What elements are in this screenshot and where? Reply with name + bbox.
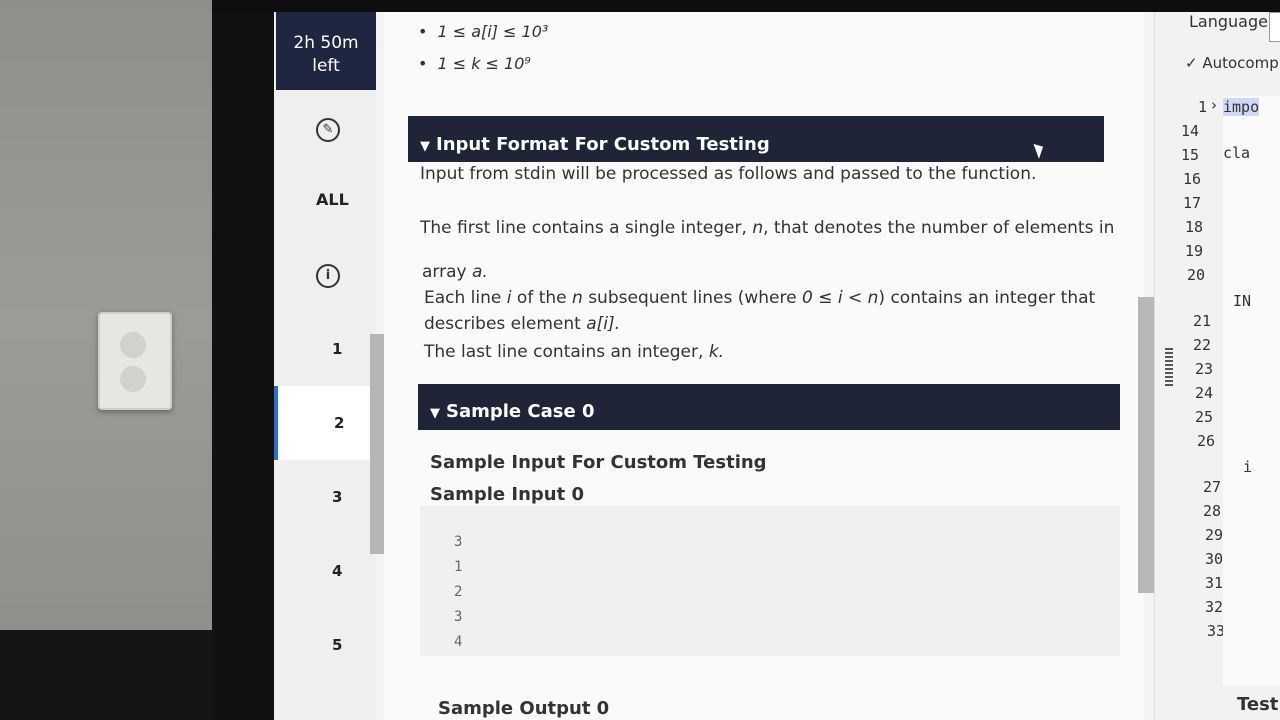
line-number: 32 (1204, 598, 1223, 616)
line-number: 27 (1202, 478, 1221, 496)
code-editor: Language ✓ Autocompl 1 › 14 15 16 17 18 … (1154, 12, 1280, 720)
input-format-line-1: The first line contains a single integer… (420, 218, 1115, 238)
fold-chevron-icon[interactable]: › (1211, 96, 1217, 114)
nav-question-5[interactable]: 5 (274, 608, 374, 682)
input-format-intro: Input from stdin will be processed as fo… (420, 164, 1037, 184)
sample-input-label: Sample Input 0 (430, 484, 585, 505)
pen-icon[interactable]: ✎ (316, 118, 340, 142)
sample-case-header[interactable]: ▼ Sample Case 0 (418, 384, 1120, 430)
code-area[interactable]: impo cla IN i (1223, 96, 1280, 686)
language-label: Language (1189, 12, 1268, 31)
sample-input-line: 2 (454, 584, 463, 600)
line-number: 18 (1184, 218, 1203, 236)
input-format-header[interactable]: ▼ Input Format For Custom Testing (408, 116, 1104, 162)
line-number: 1 (1197, 98, 1207, 116)
constraint-2: 1 ≤ k ≤ 10⁹ (418, 54, 530, 73)
monitor-bezel (212, 0, 274, 720)
line-number: 33 (1206, 622, 1225, 640)
line-number: 24 (1194, 384, 1213, 402)
input-format-line-4: The last line contains an integer, k. (424, 342, 725, 362)
nav-question-4[interactable]: 4 (274, 534, 374, 608)
line-number: 31 (1204, 574, 1223, 592)
check-circle-icon: ✓ (1185, 54, 1198, 72)
sample-input-line: 3 (454, 534, 463, 550)
collapse-triangle-icon: ▼ (430, 406, 440, 421)
nav-question-2[interactable]: 2 (274, 386, 374, 460)
line-number: 23 (1194, 360, 1213, 378)
nav-scrollbar[interactable] (370, 334, 384, 554)
input-format-line-1b: array a. (422, 262, 488, 282)
question-nav: 2h 50m left ✎ ALL i 1 2 3 4 5 (274, 12, 376, 720)
line-number: 20 (1186, 266, 1205, 284)
desk-shadow (0, 630, 212, 720)
input-format-line-3: describes element a[i]. (424, 314, 620, 334)
screen: 2h 50m left ✎ ALL i 1 2 3 4 5 1 ≤ a[i] ≤… (274, 12, 1280, 720)
code-token: i (1243, 458, 1253, 476)
nav-question-3[interactable]: 3 (274, 460, 374, 534)
test-results-tab[interactable]: Test (1237, 694, 1278, 715)
line-number: 30 (1204, 550, 1223, 568)
line-number: 26 (1196, 432, 1215, 450)
sample-input-box: 3 1 2 3 4 (420, 506, 1120, 656)
code-token: impo (1223, 98, 1260, 116)
problem-scrollbar[interactable] (1138, 297, 1154, 593)
wall-outlet (98, 312, 172, 410)
line-number: 29 (1204, 526, 1223, 544)
line-number: 15 (1180, 146, 1199, 164)
sample-input-line: 1 (454, 559, 463, 575)
monitor-bezel-top (212, 0, 1280, 12)
line-number: 28 (1202, 502, 1221, 520)
constraint-1: 1 ≤ a[i] ≤ 10³ (418, 22, 548, 41)
nav-question-1[interactable]: 1 (274, 312, 374, 386)
line-number: 19 (1184, 242, 1203, 260)
sample-input-custom-label: Sample Input For Custom Testing (430, 452, 767, 473)
problem-panel: 1 ≤ a[i] ≤ 10³ 1 ≤ k ≤ 10⁹ ▼Input Format… (384, 12, 1246, 720)
nav-all-button[interactable]: ALL (316, 190, 349, 209)
line-number: 21 (1192, 312, 1211, 330)
line-number: 16 (1182, 170, 1201, 188)
sample-output-label: Sample Output 0 (438, 698, 610, 719)
collapse-triangle-icon: ▼ (420, 139, 430, 154)
line-number: 22 (1192, 336, 1211, 354)
time-left: 2h 50m left (276, 12, 376, 90)
code-token: cla (1223, 144, 1251, 162)
autocomplete-toggle[interactable]: ✓ Autocompl (1185, 54, 1280, 72)
code-token: IN (1233, 292, 1252, 310)
info-icon[interactable]: i (316, 264, 340, 288)
line-number: 14 (1180, 122, 1199, 140)
input-format-line-2: Each line i of the n subsequent lines (w… (424, 288, 1096, 308)
line-number: 25 (1194, 408, 1213, 426)
language-select[interactable] (1269, 12, 1280, 42)
sample-input-line: 4 (454, 634, 463, 650)
sample-input-line: 3 (454, 609, 463, 625)
line-number: 17 (1182, 194, 1201, 212)
